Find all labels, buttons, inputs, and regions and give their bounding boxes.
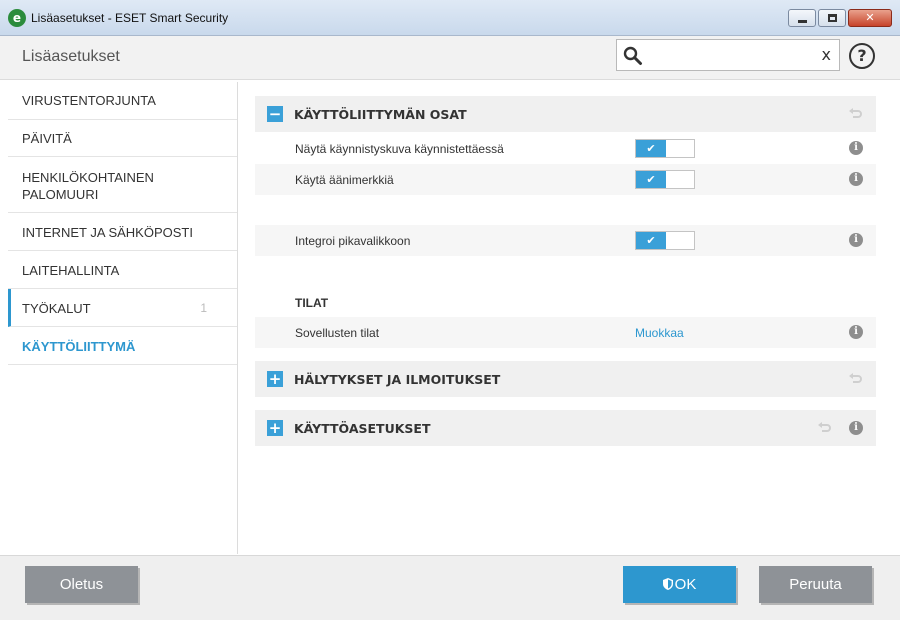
help-icon[interactable]: ? [849,43,875,69]
maximize-icon [828,14,837,22]
setting-label: Näytä käynnistyskuva käynnistettäessä [295,142,504,156]
maximize-button[interactable] [818,9,846,27]
sidebar-item-label: VIRUSTENTORJUNTA [22,93,156,108]
setting-label: Käytä äänimerkkiä [295,173,394,187]
revert-icon[interactable] [849,108,863,120]
default-button[interactable]: Oletus [25,566,138,603]
states-heading: TILAT [295,296,329,310]
search-input[interactable] [647,44,817,66]
sidebar-item-internet[interactable]: INTERNET JA SÄHKÖPOSTI [8,213,237,251]
setting-row-splash: Näytä käynnistyskuva käynnistettäessä ✔ … [255,133,876,164]
info-icon[interactable]: i [849,233,863,247]
shield-icon [662,578,673,590]
window-title: Lisäasetukset - ESET Smart Security [31,11,229,25]
states-heading-row: TILAT [255,287,876,318]
minimize-button[interactable] [788,9,816,27]
window-controls: ✕ [786,9,892,27]
section-title: KÄYTTÖASETUKSET [294,421,431,436]
cancel-button[interactable]: Peruuta [759,566,872,603]
sidebar-item-laitehallinta[interactable]: LAITEHALLINTA [8,251,237,289]
edit-link[interactable]: Muokkaa [635,326,684,340]
context-menu-toggle[interactable]: ✔ [635,231,695,250]
empty-row [255,256,876,287]
splash-toggle[interactable]: ✔ [635,139,695,158]
footer-bar: Oletus OK Peruuta [0,555,900,620]
sound-toggle[interactable]: ✔ [635,170,695,189]
sidebar-item-label: HENKILÖKOHTAINEN PALOMUURI [22,170,154,202]
minimize-icon [798,20,807,23]
info-icon[interactable]: i [849,421,863,435]
page-header: Lisäasetukset x ? [0,36,900,80]
sidebar-item-label: INTERNET JA SÄHKÖPOSTI [22,225,193,240]
sidebar: VIRUSTENTORJUNTA PÄIVITÄ HENKILÖKOHTAINE… [8,82,238,554]
ok-button[interactable]: OK [623,566,736,603]
info-icon[interactable]: i [849,325,863,339]
section-header-ui-elements[interactable]: − KÄYTTÖLIITTYMÄN OSAT [255,96,876,132]
section-title: HÄLYTYKSET JA ILMOITUKSET [294,372,501,387]
check-icon: ✔ [636,140,666,157]
setting-row-sound: Käytä äänimerkkiä ✔ i [255,164,876,195]
sidebar-item-label: LAITEHALLINTA [22,263,120,278]
sidebar-item-paivita[interactable]: PÄIVITÄ [8,120,237,157]
collapse-icon[interactable]: − [267,106,283,122]
expand-icon[interactable]: + [267,371,283,387]
close-icon: ✕ [865,11,875,24]
empty-row [255,195,876,226]
search-icon [623,46,642,65]
setting-label: Sovellusten tilat [295,326,380,340]
setting-label: Integroi pikavalikkoon [295,234,411,248]
expand-icon[interactable]: + [267,420,283,436]
sidebar-item-palomuuri[interactable]: HENKILÖKOHTAINEN PALOMUURI [8,157,237,213]
eset-app-icon: e [8,9,26,27]
ok-button-label: OK [674,576,697,593]
setting-row-context-menu: Integroi pikavalikkoon ✔ i [255,225,876,256]
revert-icon[interactable] [849,373,863,385]
check-icon: ✔ [636,171,666,188]
close-window-button[interactable]: ✕ [848,9,892,27]
sidebar-item-label: PÄIVITÄ [22,131,72,146]
section-title: KÄYTTÖLIITTYMÄN OSAT [294,107,467,122]
settings-content: − KÄYTTÖLIITTYMÄN OSAT Näytä käynnistysk… [239,82,900,554]
page-title: Lisäasetukset [22,48,120,65]
setting-row-app-states: Sovellusten tilat Muokkaa i [255,317,876,348]
search-box[interactable]: x [616,39,840,71]
sidebar-item-count: 1 [200,301,207,315]
section-header-alerts[interactable]: + HÄLYTYKSET JA ILMOITUKSET [255,361,876,397]
sidebar-item-tyokalut[interactable]: TYÖKALUT 1 [8,289,237,327]
sidebar-item-kayttoliittyma[interactable]: KÄYTTÖLIITTYMÄ [8,327,237,365]
info-icon[interactable]: i [849,141,863,155]
clear-search-icon[interactable]: x [822,45,831,64]
sidebar-item-label: TYÖKALUT [22,301,91,316]
window-titlebar: e Lisäasetukset - ESET Smart Security ✕ [0,0,900,36]
check-icon: ✔ [636,232,666,249]
sidebar-item-label: KÄYTTÖLIITTYMÄ [22,339,136,354]
revert-icon[interactable] [818,422,832,434]
section-header-access[interactable]: + KÄYTTÖASETUKSET i [255,410,876,446]
info-icon[interactable]: i [849,172,863,186]
sidebar-item-virustentorjunta[interactable]: VIRUSTENTORJUNTA [8,82,237,120]
